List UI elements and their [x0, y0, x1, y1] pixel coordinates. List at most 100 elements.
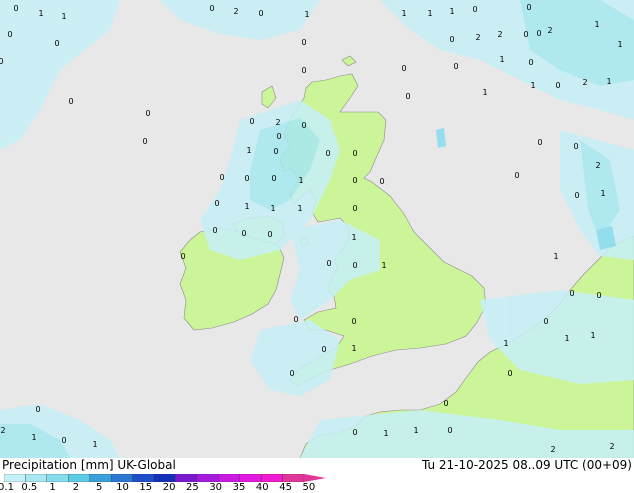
rain-value-label: 2	[0, 426, 5, 435]
rain-value-label: 0	[61, 436, 66, 445]
rain-value-label: 0	[526, 3, 531, 12]
rain-value-label: 0	[301, 121, 306, 130]
rain-value-label: 1	[31, 433, 36, 442]
legend-tick-label: 0.1	[0, 482, 14, 493]
rain-value-label: 0	[555, 81, 560, 90]
precipitation-map[interactable]: 0 1 1 0 2 0 1 0 0 0 1 1 1 0 0 0 2 2 2 0 1 0 1 1 0 0 0 1 1 0 2 1 0 0 0 0 0 0 2 0…	[0, 0, 634, 458]
rain-value-label: 2	[275, 118, 280, 127]
legend-swatch	[132, 474, 155, 482]
rain-value-label: 0	[276, 132, 281, 141]
legend-swatch	[218, 474, 240, 482]
rain-value-label: 0	[54, 39, 59, 48]
legend-colorbar	[4, 474, 326, 482]
rain-value-label: 1	[590, 331, 595, 340]
rain-value-label: 0	[180, 252, 185, 261]
rain-value-label: 0	[352, 176, 357, 185]
rain-value-label: 0	[0, 57, 4, 66]
rain-value-label: 2	[550, 445, 555, 454]
rain-value-label: 0	[13, 4, 18, 13]
map-footer: Precipitation [mm] UK-Global Tu 21-10-20…	[0, 458, 634, 493]
rain-value-label: 0	[145, 109, 150, 118]
rain-value-label: 2	[497, 30, 502, 39]
rain-value-label: 0	[244, 174, 249, 183]
rain-value-label: 0	[267, 230, 272, 239]
rain-value-label: 0	[68, 97, 73, 106]
legend-tick-label: 25	[186, 482, 199, 493]
rain-value-label: 1	[298, 176, 303, 185]
rain-value-label: 0	[326, 259, 331, 268]
rain-value-label: 0	[249, 117, 254, 126]
rain-value-label: 0	[271, 174, 276, 183]
rain-value-label: 1	[564, 334, 569, 343]
rain-value-label: 1	[244, 202, 249, 211]
rain-value-label: 1	[246, 146, 251, 155]
rain-value-label: 0	[352, 261, 357, 270]
rain-value-label: 1	[449, 7, 454, 16]
rain-value-label: 0	[352, 204, 357, 213]
legend-tick-label: 35	[232, 482, 246, 493]
rain-value-label: 0	[447, 426, 452, 435]
rain-value-label: 0	[293, 315, 298, 324]
rain-value-label: 0	[209, 4, 214, 13]
legend-swatch	[4, 474, 26, 482]
rain-value-label: 1	[270, 204, 275, 213]
rain-value-label: 0	[573, 142, 578, 151]
rain-value-label: 0	[443, 399, 448, 408]
legend-swatch	[89, 474, 112, 482]
rain-value-label: 2	[609, 442, 614, 451]
legend-swatch	[68, 474, 90, 482]
valid-time: Tu 21-10-2025 08..09 UTC (00+09)	[421, 458, 632, 472]
rain-value-label: 0	[401, 64, 406, 73]
rain-value-label: 0	[379, 177, 384, 186]
legend-tick-label: 15	[139, 482, 153, 493]
rain-value-label: 1	[351, 233, 356, 242]
legend-swatch	[25, 474, 48, 482]
rain-value-label: 0	[569, 289, 574, 298]
legend-swatch	[239, 474, 262, 482]
rain-value-label: 0	[258, 9, 263, 18]
rain-value-label: 0	[325, 149, 330, 158]
rain-value-label: 0	[507, 369, 512, 378]
legend-tick-label: 1	[49, 482, 56, 493]
rain-value-label: 1	[482, 88, 487, 97]
rain-value-label: 1	[401, 9, 406, 18]
legend-swatch	[282, 474, 305, 482]
rain-value-label: 0	[35, 405, 40, 414]
legend-tick-label: 10	[116, 482, 129, 493]
rain-value-label: 2	[233, 7, 238, 16]
legend-tick-label: 45	[279, 482, 292, 493]
rain-value-label: 0	[523, 30, 528, 39]
legend-swatch	[175, 474, 198, 482]
rain-value-label: 0	[352, 428, 357, 437]
rain-value-label: 0	[352, 149, 357, 158]
rain-value-label: 0	[301, 66, 306, 75]
rain-value-label: 0	[537, 138, 542, 147]
rain-value-label: 0	[321, 345, 326, 354]
rain-value-label: 1	[594, 20, 599, 29]
legend-tick-label: 2	[72, 482, 80, 493]
rain-value-label: 0	[351, 317, 356, 326]
legend-tick-label: 0.5	[21, 482, 38, 493]
rain-value-label: 1	[38, 9, 43, 18]
rain-value-label: 0	[405, 92, 410, 101]
rain-value-label: 2	[475, 33, 480, 42]
rain-value-label: 0	[212, 226, 217, 235]
rain-value-label: 0	[7, 30, 12, 39]
rain-value-label: 0	[289, 369, 294, 378]
rain-value-label: 0	[142, 137, 147, 146]
rain-value-label: 0	[536, 29, 541, 38]
rain-value-label: 1	[413, 426, 418, 435]
rain-value-label: 0	[574, 191, 579, 200]
legend-swatch	[196, 474, 219, 482]
legend-tick-label: 50	[302, 482, 316, 493]
rain-value-label: 1	[530, 81, 535, 90]
legend-swatch	[153, 474, 176, 482]
rain-value-label: 2	[547, 26, 552, 35]
rain-value-label: 1	[617, 40, 622, 49]
rain-value-label: 1	[383, 429, 388, 438]
rain-value-label: 0	[528, 58, 533, 67]
rain-value-label: 0	[449, 35, 454, 44]
rain-value-label: 0	[514, 171, 519, 180]
rain-value-label: 1	[351, 344, 356, 353]
legend-swatch	[110, 474, 133, 482]
